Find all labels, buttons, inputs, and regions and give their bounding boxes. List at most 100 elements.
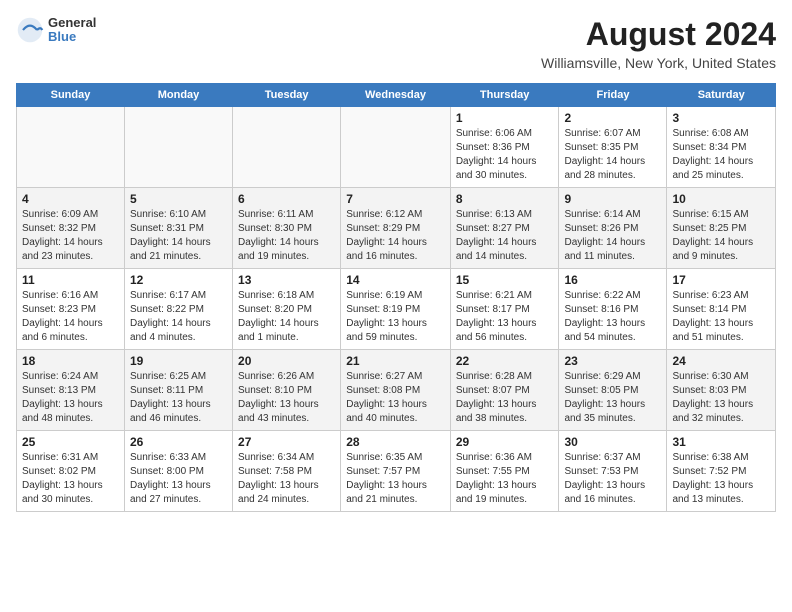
calendar-day-cell <box>233 107 341 188</box>
day-info: Sunrise: 6:21 AMSunset: 8:17 PMDaylight:… <box>456 289 554 345</box>
day-info: Sunrise: 6:17 AMSunset: 8:22 PMDaylight:… <box>130 289 227 345</box>
calendar-day-cell: 22Sunrise: 6:28 AMSunset: 8:07 PMDayligh… <box>450 350 559 431</box>
day-number: 22 <box>456 354 554 368</box>
calendar-day-cell: 31 Sunrise: 6:38 AMSunset: 7:52 PMDayligh… <box>667 431 776 512</box>
calendar-day-cell: 5Sunrise: 6:10 AMSunset: 8:31 PMDaylight… <box>124 188 232 269</box>
day-info: Sunrise: 6:14 AMSunset: 8:26 PMDaylight:… <box>564 208 661 264</box>
day-number: 19 <box>130 354 227 368</box>
day-number: 2 <box>564 111 661 125</box>
day-info: Sunrise: 6:23 AMSunset: 8:14 PMDaylight:… <box>672 289 770 345</box>
calendar-week-row: 4Sunrise: 6:09 AMSunset: 8:32 PMDaylight… <box>17 188 776 269</box>
day-number: 1 <box>456 111 554 125</box>
day-number: 13 <box>238 273 335 287</box>
calendar-day-cell: 4Sunrise: 6:09 AMSunset: 8:32 PMDaylight… <box>17 188 125 269</box>
calendar-week-row: 25 Sunrise: 6:31 AMSunset: 8:02 PMDayligh… <box>17 431 776 512</box>
day-number: 17 <box>672 273 770 287</box>
calendar-day-cell: 12 Sunrise: 6:17 AMSunset: 8:22 PMDayligh… <box>124 269 232 350</box>
calendar-day-cell: 3Sunrise: 6:08 AMSunset: 8:34 PMDaylight… <box>667 107 776 188</box>
day-of-week-header: Monday <box>124 84 232 107</box>
logo-text: General Blue <box>48 16 96 45</box>
calendar-week-row: 11Sunrise: 6:16 AMSunset: 8:23 PMDayligh… <box>17 269 776 350</box>
day-info: Sunrise: 6:22 AMSunset: 8:16 PMDaylight:… <box>564 289 661 345</box>
calendar-day-cell: 18 Sunrise: 6:24 AMSunset: 8:13 PMDayligh… <box>17 350 125 431</box>
calendar-day-cell: 15 Sunrise: 6:21 AMSunset: 8:17 PMDayligh… <box>450 269 559 350</box>
day-number: 31 <box>672 435 770 449</box>
calendar-day-cell: 23 Sunrise: 6:29 AMSunset: 8:05 PMDayligh… <box>559 350 667 431</box>
day-number: 10 <box>672 192 770 206</box>
day-of-week-header: Wednesday <box>341 84 451 107</box>
day-number: 15 <box>456 273 554 287</box>
day-number: 18 <box>22 354 119 368</box>
day-number: 16 <box>564 273 661 287</box>
day-number: 11 <box>22 273 119 287</box>
calendar-day-cell: 8 Sunrise: 6:13 AMSunset: 8:27 PMDaylight… <box>450 188 559 269</box>
calendar-day-cell <box>341 107 451 188</box>
day-info: Sunrise: 6:36 AMSunset: 7:55 PMDaylight:… <box>456 451 554 507</box>
calendar-day-cell: 21 Sunrise: 6:27 AMSunset: 8:08 PMDayligh… <box>341 350 451 431</box>
day-info: Sunrise: 6:33 AMSunset: 8:00 PMDaylight:… <box>130 451 227 507</box>
day-info: Sunrise: 6:12 AMSunset: 8:29 PMDaylight:… <box>346 208 445 264</box>
calendar-day-cell: 9Sunrise: 6:14 AMSunset: 8:26 PMDaylight… <box>559 188 667 269</box>
logo-general: General <box>48 16 96 30</box>
calendar-day-cell: 26 Sunrise: 6:33 AMSunset: 8:00 PMDayligh… <box>124 431 232 512</box>
day-info: Sunrise: 6:15 AMSunset: 8:25 PMDaylight:… <box>672 208 770 264</box>
calendar-day-cell: 7Sunrise: 6:12 AMSunset: 8:29 PMDaylight… <box>341 188 451 269</box>
calendar-day-cell: 20 Sunrise: 6:26 AMSunset: 8:10 PMDayligh… <box>233 350 341 431</box>
day-info: Sunrise: 6:18 AMSunset: 8:20 PMDaylight:… <box>238 289 335 345</box>
day-info: Sunrise: 6:26 AMSunset: 8:10 PMDaylight:… <box>238 370 335 426</box>
day-number: 14 <box>346 273 445 287</box>
day-number: 23 <box>564 354 661 368</box>
calendar-day-cell: 13 Sunrise: 6:18 AMSunset: 8:20 PMDayligh… <box>233 269 341 350</box>
calendar-day-cell: 16 Sunrise: 6:22 AMSunset: 8:16 PMDayligh… <box>559 269 667 350</box>
calendar-day-cell: 30Sunrise: 6:37 AMSunset: 7:53 PMDayligh… <box>559 431 667 512</box>
day-number: 12 <box>130 273 227 287</box>
day-info: Sunrise: 6:29 AMSunset: 8:05 PMDaylight:… <box>564 370 661 426</box>
calendar-header-row: SundayMondayTuesdayWednesdayThursdayFrid… <box>17 84 776 107</box>
day-info: Sunrise: 6:38 AMSunset: 7:52 PMDaylight:… <box>672 451 770 507</box>
day-info: Sunrise: 6:08 AMSunset: 8:34 PMDaylight:… <box>672 127 770 183</box>
day-info: Sunrise: 6:19 AMSunset: 8:19 PMDaylight:… <box>346 289 445 345</box>
calendar-day-cell <box>17 107 125 188</box>
day-info: Sunrise: 6:25 AMSunset: 8:11 PMDaylight:… <box>130 370 227 426</box>
day-info: Sunrise: 6:27 AMSunset: 8:08 PMDaylight:… <box>346 370 445 426</box>
calendar-day-cell: 27Sunrise: 6:34 AMSunset: 7:58 PMDayligh… <box>233 431 341 512</box>
calendar-day-cell <box>124 107 232 188</box>
day-info: Sunrise: 6:07 AMSunset: 8:35 PMDaylight:… <box>564 127 661 183</box>
day-number: 29 <box>456 435 554 449</box>
day-info: Sunrise: 6:10 AMSunset: 8:31 PMDaylight:… <box>130 208 227 264</box>
calendar-week-row: 18 Sunrise: 6:24 AMSunset: 8:13 PMDayligh… <box>17 350 776 431</box>
day-info: Sunrise: 6:30 AMSunset: 8:03 PMDaylight:… <box>672 370 770 426</box>
logo-blue: Blue <box>48 30 96 44</box>
day-info: Sunrise: 6:13 AMSunset: 8:27 PMDaylight:… <box>456 208 554 264</box>
calendar-day-cell: 17 Sunrise: 6:23 AMSunset: 8:14 PMDayligh… <box>667 269 776 350</box>
day-of-week-header: Tuesday <box>233 84 341 107</box>
calendar-table: SundayMondayTuesdayWednesdayThursdayFrid… <box>16 83 776 512</box>
day-number: 8 <box>456 192 554 206</box>
calendar-day-cell: 25 Sunrise: 6:31 AMSunset: 8:02 PMDayligh… <box>17 431 125 512</box>
day-number: 4 <box>22 192 119 206</box>
day-number: 27 <box>238 435 335 449</box>
day-number: 25 <box>22 435 119 449</box>
page-header: General Blue August 2024 Williamsville, … <box>16 16 776 71</box>
month-year-title: August 2024 <box>541 16 776 53</box>
logo: General Blue <box>16 16 96 45</box>
calendar-day-cell: 19 Sunrise: 6:25 AMSunset: 8:11 PMDayligh… <box>124 350 232 431</box>
day-number: 26 <box>130 435 227 449</box>
calendar-day-cell: 6Sunrise: 6:11 AMSunset: 8:30 PMDaylight… <box>233 188 341 269</box>
calendar-day-cell: 1Sunrise: 6:06 AMSunset: 8:36 PMDaylight… <box>450 107 559 188</box>
day-info: Sunrise: 6:31 AMSunset: 8:02 PMDaylight:… <box>22 451 119 507</box>
day-of-week-header: Friday <box>559 84 667 107</box>
day-number: 21 <box>346 354 445 368</box>
calendar-day-cell: 2 Sunrise: 6:07 AMSunset: 8:35 PMDaylight… <box>559 107 667 188</box>
day-number: 24 <box>672 354 770 368</box>
day-number: 20 <box>238 354 335 368</box>
day-info: Sunrise: 6:24 AMSunset: 8:13 PMDaylight:… <box>22 370 119 426</box>
day-of-week-header: Thursday <box>450 84 559 107</box>
day-of-week-header: Sunday <box>17 84 125 107</box>
day-number: 6 <box>238 192 335 206</box>
day-info: Sunrise: 6:35 AMSunset: 7:57 PMDaylight:… <box>346 451 445 507</box>
calendar-week-row: 1Sunrise: 6:06 AMSunset: 8:36 PMDaylight… <box>17 107 776 188</box>
day-info: Sunrise: 6:37 AMSunset: 7:53 PMDaylight:… <box>564 451 661 507</box>
calendar-day-cell: 24 Sunrise: 6:30 AMSunset: 8:03 PMDayligh… <box>667 350 776 431</box>
calendar-day-cell: 10 Sunrise: 6:15 AMSunset: 8:25 PMDayligh… <box>667 188 776 269</box>
